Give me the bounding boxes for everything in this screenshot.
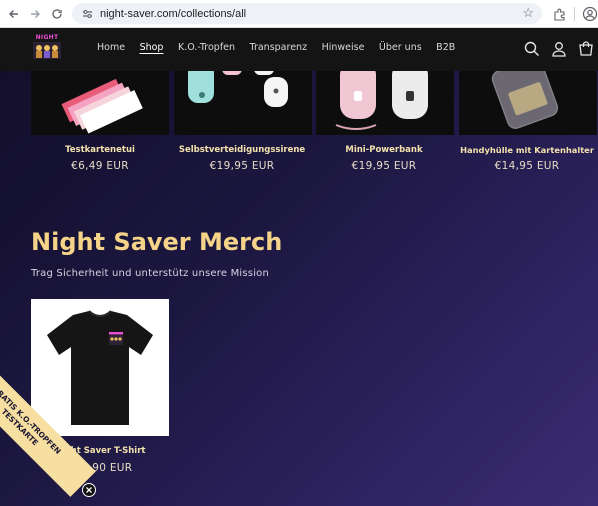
product-image-powerbank[interactable]	[316, 71, 454, 135]
nav-ueber-uns[interactable]: Über uns	[379, 42, 422, 53]
nav-transparenz[interactable]: Transparenz	[250, 42, 308, 53]
product-price: €6,49 EUR	[71, 160, 129, 172]
forward-icon[interactable]	[25, 4, 45, 24]
main-nav: Home Shop K.O.-Tropfen Transparenz Hinwe…	[97, 42, 470, 53]
bookmark-star-icon[interactable]: ☆	[522, 5, 534, 21]
section-title: Night Saver Merch	[31, 228, 283, 256]
product-image-handyhuelle[interactable]	[459, 71, 597, 135]
main-content: Testkartenetui €6,49 EUR Selbstverteidig…	[0, 71, 598, 506]
nav-home[interactable]: Home	[97, 42, 125, 53]
nav-shop[interactable]: Shop	[140, 42, 164, 53]
nav-b2b[interactable]: B2B	[436, 42, 455, 53]
product-image-testkartenetui[interactable]	[31, 71, 169, 135]
profile-icon[interactable]	[582, 6, 598, 22]
cart-icon[interactable]	[577, 40, 595, 58]
url-text: night-saver.com/collections/all	[100, 7, 247, 20]
section-subtitle: Trag Sicherheit und unterstütz unsere Mi…	[31, 268, 270, 279]
site-settings-icon[interactable]	[76, 9, 98, 19]
reload-icon[interactable]	[47, 4, 67, 24]
site-header: NIGHT Home Shop K.O.-Tropfen Transparenz…	[0, 28, 598, 71]
close-icon[interactable]	[82, 483, 96, 497]
product-name[interactable]: Mini-Powerbank	[309, 145, 459, 155]
search-icon[interactable]	[523, 40, 541, 58]
product-name[interactable]: Selbstverteidigungssirene	[167, 145, 317, 155]
extensions-icon[interactable]	[550, 5, 568, 23]
product-name[interactable]: Testkartenetui	[25, 145, 175, 155]
product-price: €14,95 EUR	[494, 160, 560, 172]
product-image-sirene[interactable]	[174, 71, 312, 135]
site-logo[interactable]: NIGHT	[30, 34, 64, 64]
nav-ko-tropfen[interactable]: K.O.-Tropfen	[178, 42, 235, 53]
product-image-tshirt[interactable]	[31, 299, 169, 436]
account-icon[interactable]	[550, 40, 568, 58]
product-name[interactable]: Handyhülle mit Kartenhalter	[452, 145, 598, 155]
address-bar[interactable]: night-saver.com/collections/all ☆	[72, 3, 542, 24]
product-price: €19,95 EUR	[351, 160, 417, 172]
toolbar-divider	[574, 7, 575, 21]
nav-hinweise[interactable]: Hinweise	[322, 42, 365, 53]
product-price: €19,95 EUR	[209, 160, 275, 172]
browser-toolbar: night-saver.com/collections/all ☆	[0, 0, 598, 28]
back-icon[interactable]	[4, 4, 24, 24]
